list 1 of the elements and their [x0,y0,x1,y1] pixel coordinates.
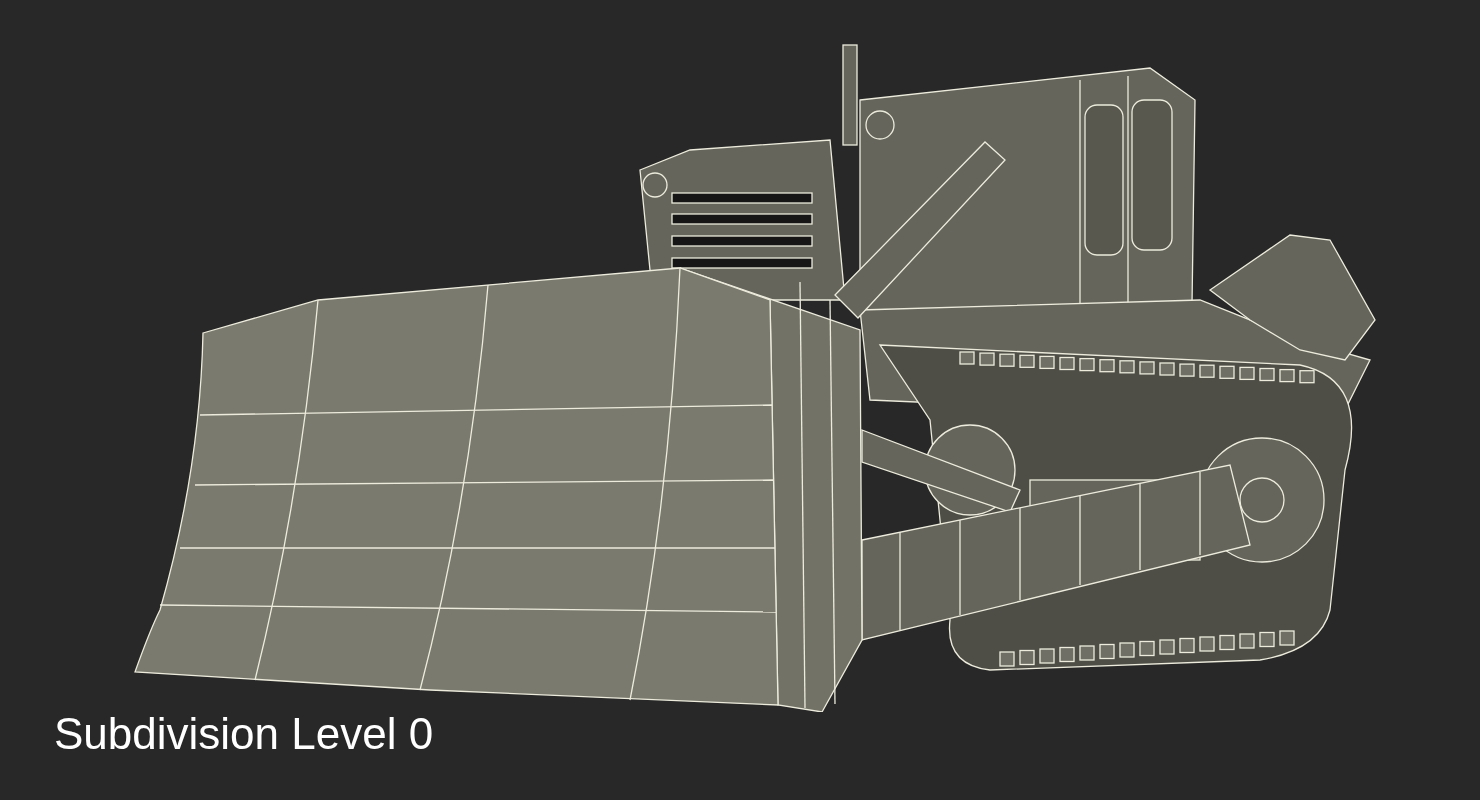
caption-text: Subdivision Level 0 [54,712,434,756]
